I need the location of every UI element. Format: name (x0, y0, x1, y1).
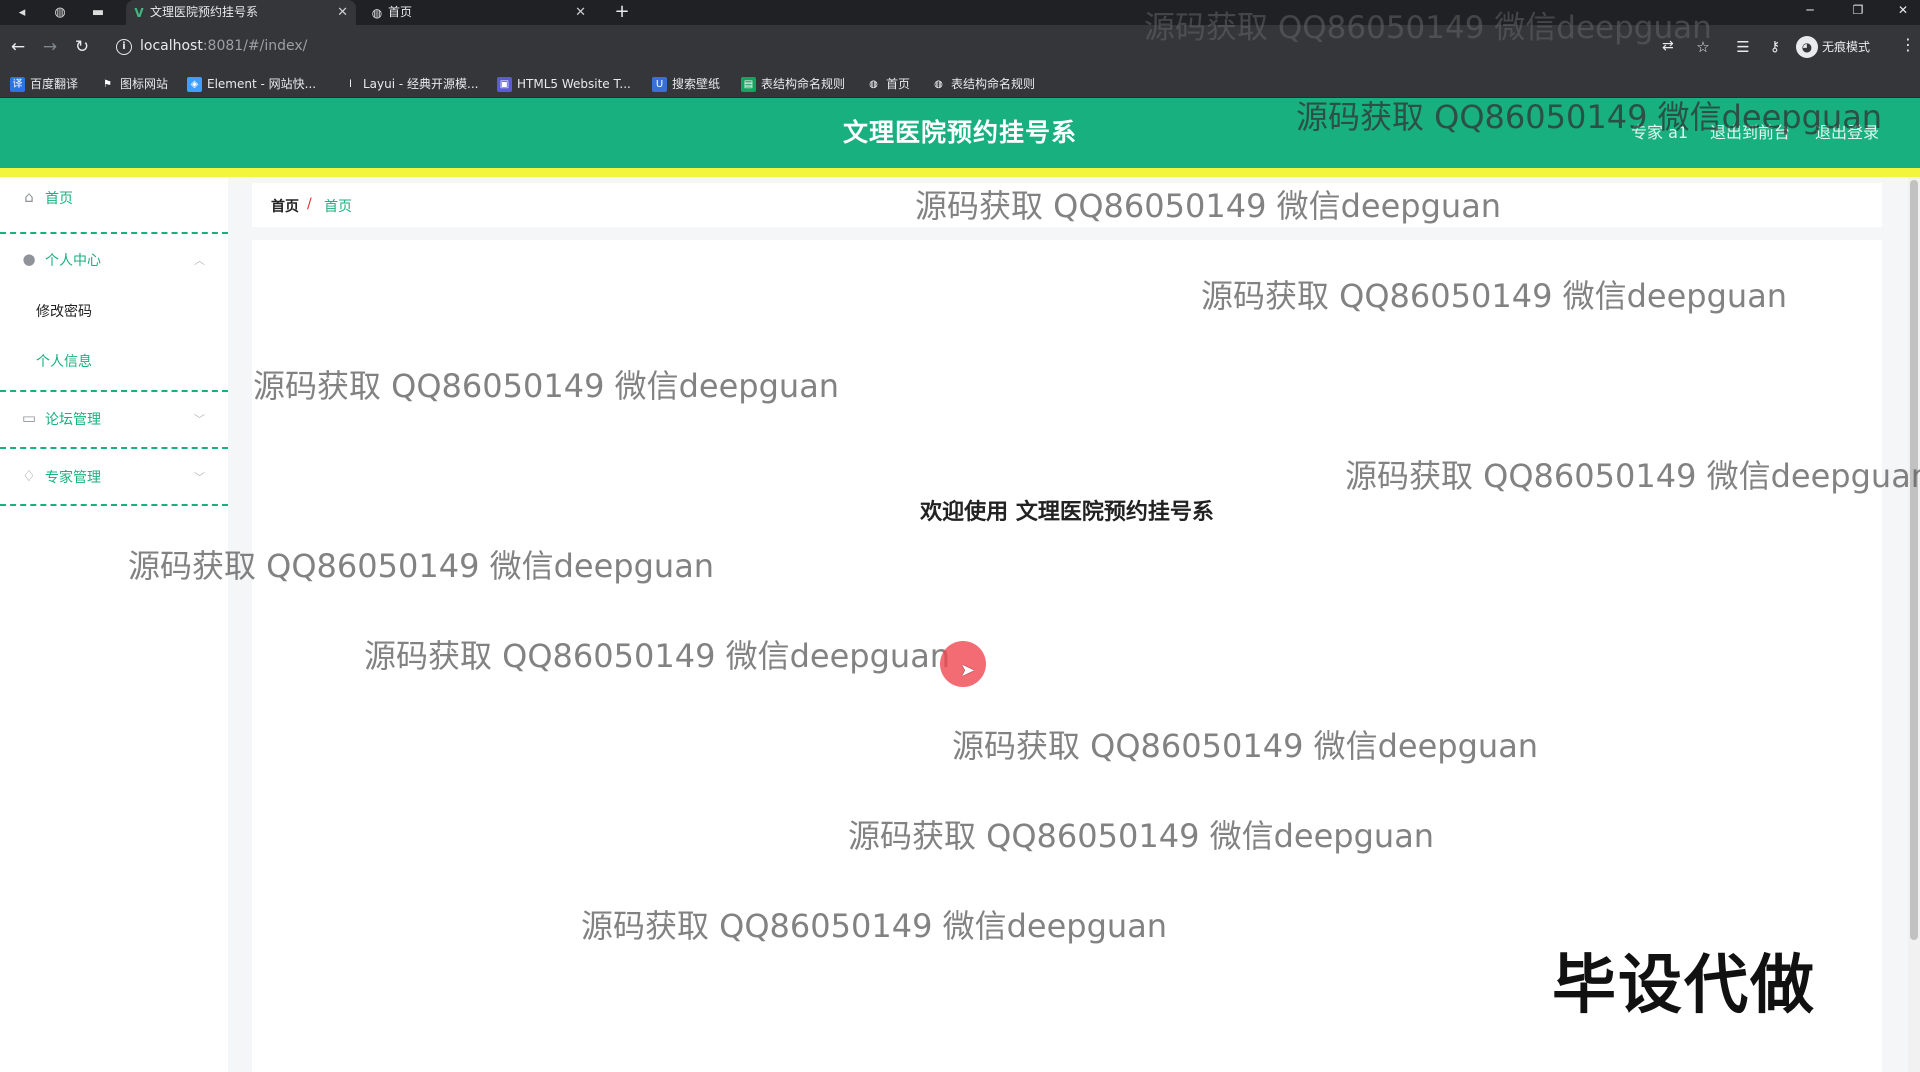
sidebar-item-label: 首页 (45, 191, 73, 207)
url-text: localhost:8081/#/index/ (140, 38, 308, 54)
sidebar-item-label: 论坛管理 (45, 412, 101, 428)
table-naming-icon: ▤ (741, 77, 756, 92)
promo-text: 毕设代做 (1552, 949, 1816, 1023)
wallpaper-icon: U (652, 77, 667, 92)
minimize-icon[interactable]: ─ (1795, 0, 1825, 20)
sidebar-subitem-personal-info[interactable]: 个人信息 (36, 351, 92, 371)
cursor-icon: ➤ (960, 660, 976, 681)
tab-title: 首页 (388, 5, 413, 19)
reload-icon[interactable]: ↻ (71, 36, 93, 58)
chevron-down-icon: ﹀ (194, 413, 205, 426)
bookmark-item[interactable]: ◈ Element - 网站快... (187, 75, 316, 93)
watermark: 源码获取 QQ86050149 微信deepguan (364, 637, 951, 675)
sidebar-item-label: 专家管理 (45, 470, 101, 486)
bookmark-item[interactable]: ◍ 表结构命名规则 (931, 75, 1035, 93)
bookmark-item[interactable]: U 搜索壁纸 (652, 75, 720, 93)
watermark: 源码获取 QQ86050149 微信deepguan (915, 187, 1502, 225)
key-icon[interactable]: ⚷ (1764, 36, 1786, 58)
sidebar-item-label: 个人中心 (45, 253, 101, 269)
watermark: 源码获取 QQ86050149 微信deepguan (1201, 277, 1788, 315)
bookmark-item[interactable]: ▣ HTML5 Website T... (497, 75, 631, 93)
element-icon: ◈ (187, 77, 202, 92)
restore-icon[interactable]: ❐ (1843, 0, 1873, 20)
close-icon[interactable]: ✕ (337, 0, 348, 25)
bookmark-item[interactable]: ⅼ Layui - 经典开源模... (343, 75, 478, 93)
bell-off-icon: ♢ (22, 467, 36, 485)
bookmark-item[interactable]: 译百度翻译 (10, 75, 78, 93)
watermark: 源码获取 QQ86050149 微信deepguan (1345, 457, 1920, 495)
more-menu-icon[interactable]: ⋮ (1900, 35, 1916, 54)
close-icon[interactable]: ✕ (575, 0, 586, 25)
breadcrumb-root[interactable]: 首页 (271, 196, 299, 216)
breadcrumb-current: 首页 (324, 199, 352, 215)
watermark: 源码获取 QQ86050149 微信deepguan (952, 727, 1539, 765)
tab-home[interactable]: ◍ 首页 ✕ (364, 0, 594, 25)
user-icon: ● (22, 250, 36, 268)
close-window-icon[interactable]: ✕ (1888, 0, 1918, 20)
watermark: 源码获取 QQ86050149 微信deepguan (581, 907, 1168, 945)
audio-icon[interactable]: ◂ (12, 3, 32, 23)
breadcrumb-separator: / (307, 196, 312, 212)
new-tab-button[interactable]: + (612, 0, 632, 24)
globe-icon: ◍ (934, 79, 943, 90)
incognito-label: 无痕模式 (1822, 40, 1871, 54)
forward-icon[interactable]: → (39, 36, 61, 58)
accent-bar (0, 168, 1920, 177)
reading-list-icon[interactable]: ☰ (1732, 36, 1754, 58)
tab-hospital[interactable]: V 文理医院预约挂号系 ✕ (126, 0, 356, 25)
sidebar-item-personal-center[interactable]: ● 个人中心 ︿ 修改密码 个人信息 (0, 234, 228, 392)
globe-icon: ◍ (869, 79, 878, 90)
welcome-text: 欢迎使用 文理医院预约挂号系 (920, 500, 1214, 525)
info-icon[interactable]: i (116, 39, 132, 55)
layui-icon: ⅼ (349, 79, 352, 90)
watermark: 源码获取 QQ86050149 微信deepguan (253, 367, 840, 405)
sidebar: ⌂ 首页 ● 个人中心 ︿ 修改密码 个人信息 ▭ 论坛管理 ﹀ ♢ 专家管理 … (0, 177, 228, 1072)
chevron-down-icon: ﹀ (194, 471, 205, 484)
home-icon: ⌂ (24, 188, 34, 206)
globe-icon[interactable]: ◍ (50, 3, 70, 23)
watermark: 源码获取 QQ86050149 微信deepguan (128, 547, 715, 585)
flag-icon: ⚑ (103, 79, 112, 90)
bookmark-item[interactable]: ◍ 首页 (866, 75, 910, 93)
incognito-indicator[interactable]: ◕ 无痕模式 (1796, 35, 1870, 59)
window-icon[interactable]: ▬ (88, 3, 108, 23)
vue-icon: V (134, 6, 144, 20)
baidu-translate-icon: 译 (10, 77, 25, 92)
sidebar-item-home[interactable]: ⌂ 首页 (0, 177, 228, 234)
watermark: 源码获取 QQ86050149 微信deepguan (848, 817, 1435, 855)
chevron-up-icon: ︿ (194, 254, 205, 267)
globe-icon: ◍ (371, 6, 383, 20)
bookmark-item[interactable]: ⚑ 图标网站 (100, 75, 168, 93)
html5-template-icon: ▣ (497, 77, 512, 92)
watermark: 源码获取 QQ86050149 微信deepguan (1296, 98, 1883, 136)
chat-icon: ▭ (21, 409, 37, 427)
incognito-icon: ◕ (1796, 36, 1818, 58)
bookmark-item[interactable]: ▤ 表结构命名规则 (741, 75, 845, 93)
sidebar-item-forum[interactable]: ▭ 论坛管理 ﹀ (0, 392, 228, 449)
sidebar-subitem-change-password[interactable]: 修改密码 (36, 301, 92, 321)
watermark: 源码获取 QQ86050149 微信deepguan (1144, 10, 1712, 46)
tab-title: 文理医院预约挂号系 (150, 5, 259, 19)
scrollbar-thumb[interactable] (1910, 180, 1918, 940)
back-icon[interactable]: ← (7, 36, 29, 58)
